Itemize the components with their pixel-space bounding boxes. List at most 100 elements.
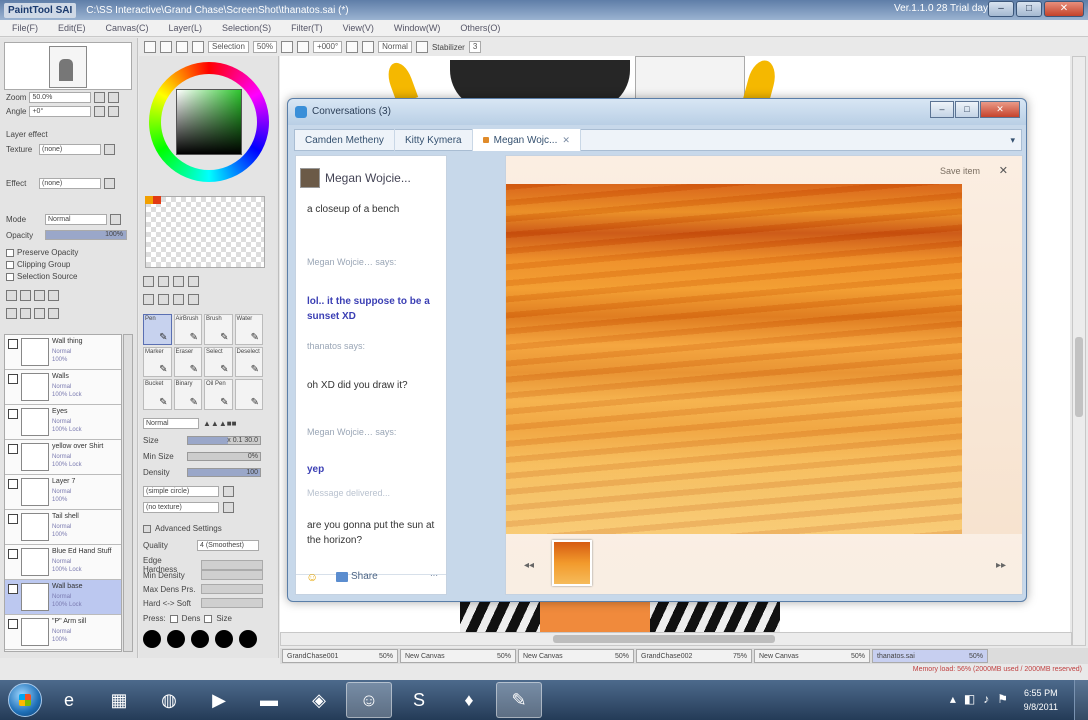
- previous-photo-button[interactable]: ◂◂: [524, 560, 534, 571]
- ie-icon[interactable]: e: [46, 682, 92, 718]
- max-dens-slider[interactable]: [201, 584, 263, 594]
- effect-dropdown-button[interactable]: [104, 178, 115, 189]
- menu-selection[interactable]: Selection(S): [222, 23, 271, 33]
- move-tool-button[interactable]: [143, 294, 154, 305]
- canvas-vertical-scrollbar[interactable]: [1072, 56, 1086, 646]
- menu-window[interactable]: Window(W): [394, 23, 441, 33]
- share-button[interactable]: Share: [336, 571, 378, 582]
- layer-row[interactable]: Layer 7 Normal 100%: [5, 475, 121, 510]
- rotate-right-button[interactable]: [362, 41, 375, 53]
- contact-name[interactable]: Megan Wojcie...: [325, 171, 411, 185]
- folder-icon[interactable]: ▬: [246, 682, 292, 718]
- brush-preset-dot[interactable]: [215, 630, 233, 648]
- hard-soft-slider[interactable]: [201, 598, 263, 608]
- merge-down-button[interactable]: [20, 308, 31, 319]
- brush-tool-slot[interactable]: AirBrush: [173, 314, 202, 345]
- volume-tray-icon[interactable]: ♪: [983, 692, 989, 706]
- visibility-eye-icon[interactable]: [8, 444, 18, 454]
- rotate-tool-button[interactable]: [173, 294, 184, 305]
- opacity-slider[interactable]: 100%: [45, 230, 127, 240]
- nav-angle-input[interactable]: +0°: [29, 106, 92, 117]
- brush-preset-dot[interactable]: [239, 630, 257, 648]
- scratchpad[interactable]: [145, 196, 265, 268]
- menu-view[interactable]: View(V): [343, 23, 374, 33]
- new-folder-button[interactable]: [34, 290, 45, 301]
- save-item-button[interactable]: Save item: [940, 166, 980, 176]
- visibility-eye-icon[interactable]: [8, 619, 18, 629]
- brush-tool-slot[interactable]: Pen: [143, 314, 172, 345]
- menu-others[interactable]: Others(O): [460, 23, 500, 33]
- secondary-color-swatch[interactable]: [153, 196, 161, 204]
- undo-button[interactable]: [144, 41, 156, 53]
- color-saturation-square[interactable]: [176, 89, 242, 155]
- invert-selection-button[interactable]: [192, 41, 204, 53]
- tab-close-icon[interactable]: ✕: [562, 135, 570, 146]
- deselect-button[interactable]: [176, 41, 188, 53]
- redo-button[interactable]: [160, 41, 172, 53]
- new-layer-button[interactable]: [6, 290, 17, 301]
- size-slider[interactable]: x 0.1 30.0: [187, 436, 261, 445]
- layer-properties-button[interactable]: [48, 308, 59, 319]
- tabs-menu-chevron-icon[interactable]: ▾: [1010, 135, 1015, 146]
- layer-row[interactable]: yellow over Shirt Normal 100% Lock: [5, 440, 121, 475]
- brush-texture-dropdown[interactable]: [223, 502, 234, 513]
- selection-source-row[interactable]: Selection Source: [6, 272, 77, 281]
- eyedropper-tool-button[interactable]: [188, 294, 199, 305]
- zoom-out-button[interactable]: [296, 41, 309, 53]
- brush-preset-dot[interactable]: [191, 630, 209, 648]
- layer-effect-header[interactable]: Layer effect: [6, 130, 48, 139]
- brush-preset-dot[interactable]: [143, 630, 161, 648]
- calculator-icon[interactable]: ▦: [96, 682, 142, 718]
- primary-color-swatch[interactable]: [145, 196, 153, 204]
- press-size-checkbox[interactable]: [204, 614, 213, 623]
- sai-icon[interactable]: ✎: [496, 682, 542, 718]
- tool-blend-mode-select[interactable]: Normal: [143, 418, 199, 429]
- skype-icon[interactable]: S: [396, 682, 442, 718]
- selection-toggle[interactable]: Selection: [208, 41, 249, 53]
- photo-close-icon[interactable]: ✕: [999, 164, 1008, 177]
- document-tab[interactable]: New Canvas 50%: [518, 649, 634, 663]
- nav-reset-button[interactable]: [108, 106, 120, 117]
- preserve-opacity-row[interactable]: Preserve Opacity: [6, 248, 78, 257]
- visibility-eye-icon[interactable]: [8, 479, 18, 489]
- visibility-eye-icon[interactable]: [8, 409, 18, 419]
- conv-maximize-button[interactable]: □: [955, 101, 979, 118]
- stabilizer-select[interactable]: 3: [468, 41, 482, 53]
- texture-dropdown-button[interactable]: [104, 144, 115, 155]
- advanced-settings-toggle[interactable]: [143, 524, 151, 533]
- chat-more-button[interactable]: ···: [430, 571, 438, 580]
- document-tab[interactable]: New Canvas 50%: [400, 649, 516, 663]
- navigator-preview[interactable]: [4, 42, 132, 90]
- edge-hardness-slider[interactable]: [201, 560, 263, 570]
- lasso-tool-button[interactable]: [158, 276, 169, 287]
- zoom-field[interactable]: 50%: [252, 41, 277, 53]
- blend-mode-select[interactable]: Normal: [45, 214, 107, 225]
- layer-list-scrollbar[interactable]: [123, 334, 133, 652]
- visibility-eye-icon[interactable]: [8, 514, 18, 524]
- conversation-tab[interactable]: Megan Wojc... ✕: [472, 129, 581, 151]
- visibility-eye-icon[interactable]: [8, 549, 18, 559]
- selection-source-checkbox[interactable]: [6, 272, 14, 281]
- brush-tool-slot[interactable]: Binary: [173, 379, 202, 410]
- rotation-field[interactable]: +000°: [312, 41, 343, 53]
- start-button[interactable]: [8, 683, 42, 717]
- brush-texture-select[interactable]: (no texture): [143, 502, 219, 513]
- texture-select[interactable]: (none): [39, 144, 101, 155]
- taskbar-clock[interactable]: 6:55 PM 9/8/2011: [1024, 686, 1058, 714]
- network-tray-icon[interactable]: ◧: [964, 692, 975, 706]
- flip-button[interactable]: [415, 41, 428, 53]
- delete-layer-button[interactable]: [48, 290, 59, 301]
- nav-zoom-in-button[interactable]: [94, 92, 106, 103]
- emoticon-icon[interactable]: ☺: [306, 570, 318, 584]
- visibility-eye-icon[interactable]: [8, 339, 18, 349]
- brush-tool-slot[interactable]: Eraser: [173, 346, 202, 378]
- conversation-tab[interactable]: Camden Metheny: [295, 129, 395, 151]
- nav-zoom-input[interactable]: 50.0%: [29, 92, 92, 103]
- media-player-icon[interactable]: ▶: [196, 682, 242, 718]
- hand-tool-button[interactable]: [188, 276, 199, 287]
- network-icon[interactable]: ◈: [296, 682, 342, 718]
- conv-minimize-button[interactable]: –: [930, 101, 954, 118]
- visibility-eye-icon[interactable]: [8, 584, 18, 594]
- game-icon[interactable]: ♦: [446, 682, 492, 718]
- tray-expand-icon[interactable]: ▴: [950, 692, 956, 706]
